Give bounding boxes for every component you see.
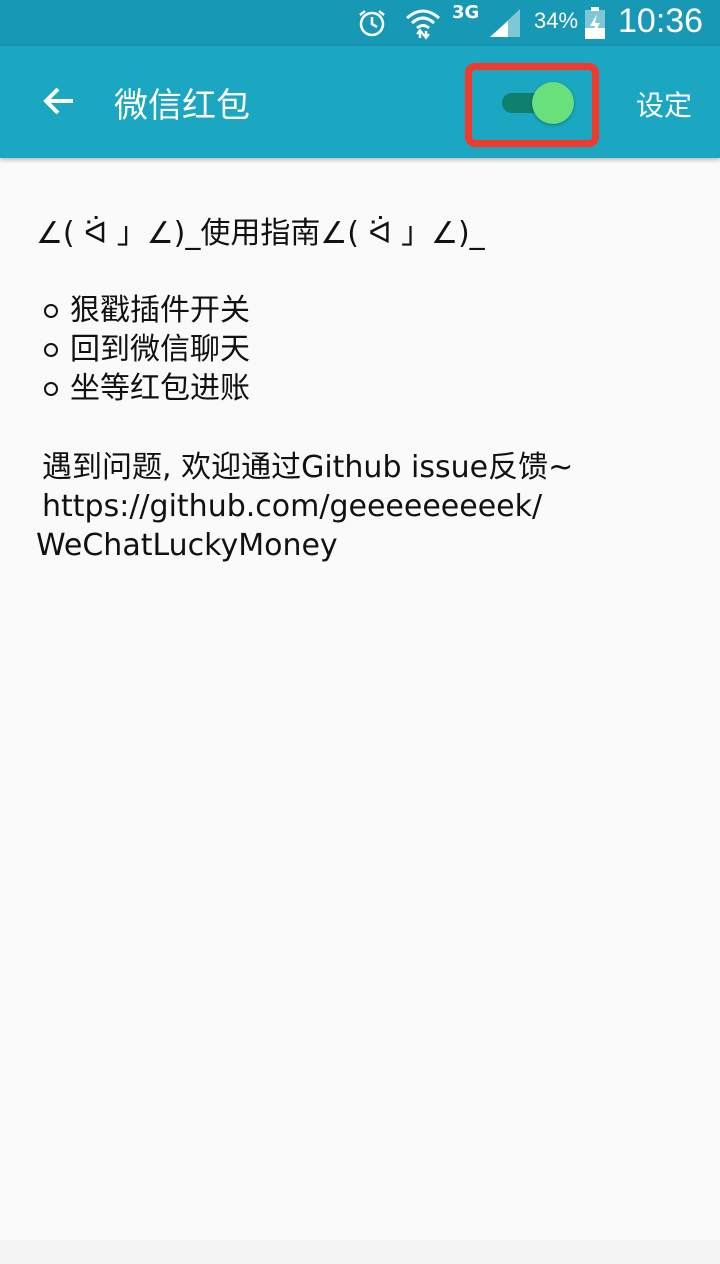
wifi-icon (404, 0, 444, 46)
github-link-line2[interactable]: WeChatLuckyMoney (36, 526, 676, 565)
list-item-label: 回到微信聊天 (70, 332, 250, 367)
circle-bullet-icon (44, 342, 58, 357)
list-item-label: 坐等红包进账 (70, 371, 250, 406)
feedback-section: 遇到问题, 欢迎通过Github issue反馈~ https://github… (36, 448, 676, 565)
bottom-edge (0, 1240, 720, 1264)
circle-bullet-icon (44, 303, 58, 318)
battery-charging-icon (584, 0, 608, 46)
arrow-left-icon (41, 83, 77, 123)
list-item: 回到微信聊天 (36, 330, 676, 369)
status-bar: 3G 34% 10:36 (0, 0, 720, 46)
battery-percent: 34% (534, 8, 579, 33)
app-bar: 微信红包 设定 (0, 46, 720, 158)
list-item-label: 狠戳插件开关 (70, 293, 250, 328)
circle-bullet-icon (44, 381, 58, 396)
settings-button[interactable]: 设定 (636, 84, 692, 124)
back-button[interactable] (32, 76, 86, 130)
alarm-icon (356, 0, 390, 46)
network-type: 3G (452, 2, 480, 23)
plugin-toggle-switch[interactable] (500, 81, 576, 125)
status-clock: 10:36 (618, 2, 704, 40)
guide-content: ∠( ᐛ 」∠)_使用指南∠( ᐛ 」∠)_ 狠戳插件开关 回到微信聊天 坐等红… (36, 214, 676, 565)
feedback-text: 遇到问题, 欢迎通过Github issue反馈~ (42, 450, 574, 485)
page-title: 微信红包 (114, 86, 250, 126)
guide-title: ∠( ᐛ 」∠)_使用指南∠( ᐛ 」∠)_ (36, 216, 485, 251)
feature-list: 狠戳插件开关 回到微信聊天 坐等红包进账 (36, 291, 676, 408)
list-item: 坐等红包进账 (36, 369, 676, 408)
list-item: 狠戳插件开关 (36, 291, 676, 330)
signal-icon (488, 0, 524, 46)
github-link-line1[interactable]: https://github.com/geeeeeeeeek/ (36, 487, 676, 526)
switch-thumb (532, 82, 574, 124)
